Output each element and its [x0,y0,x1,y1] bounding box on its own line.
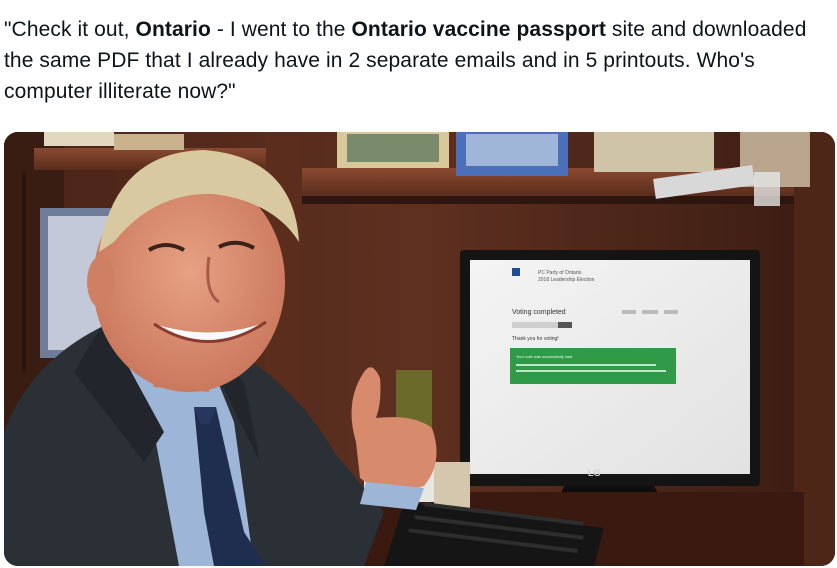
tweet-photo[interactable]: PC Party of Ontario 2018 Leadership Elec… [4,132,835,566]
caption-bold-passport: Ontario vaccine passport [351,18,606,41]
screen-header-title: PC Party of Ontario [538,270,582,276]
screen-header-subtitle: 2018 Leadership Election [538,277,595,283]
screen-thanks: Thank you for voting! [512,336,559,342]
screen-heading: Voting completed [512,309,566,316]
photo-illustration: PC Party of Ontario 2018 Leadership Elec… [4,132,835,566]
tweet-caption: "Check it out, Ontario - I went to the O… [4,14,834,107]
caption-bold-ontario: Ontario [135,18,211,41]
caption-part: - I went to the [210,18,352,41]
screen-banner-text: Your vote was successfully cast [516,354,573,359]
monitor-brand-logo: LG [588,468,601,478]
caption-part: "Check it out, [4,18,136,41]
